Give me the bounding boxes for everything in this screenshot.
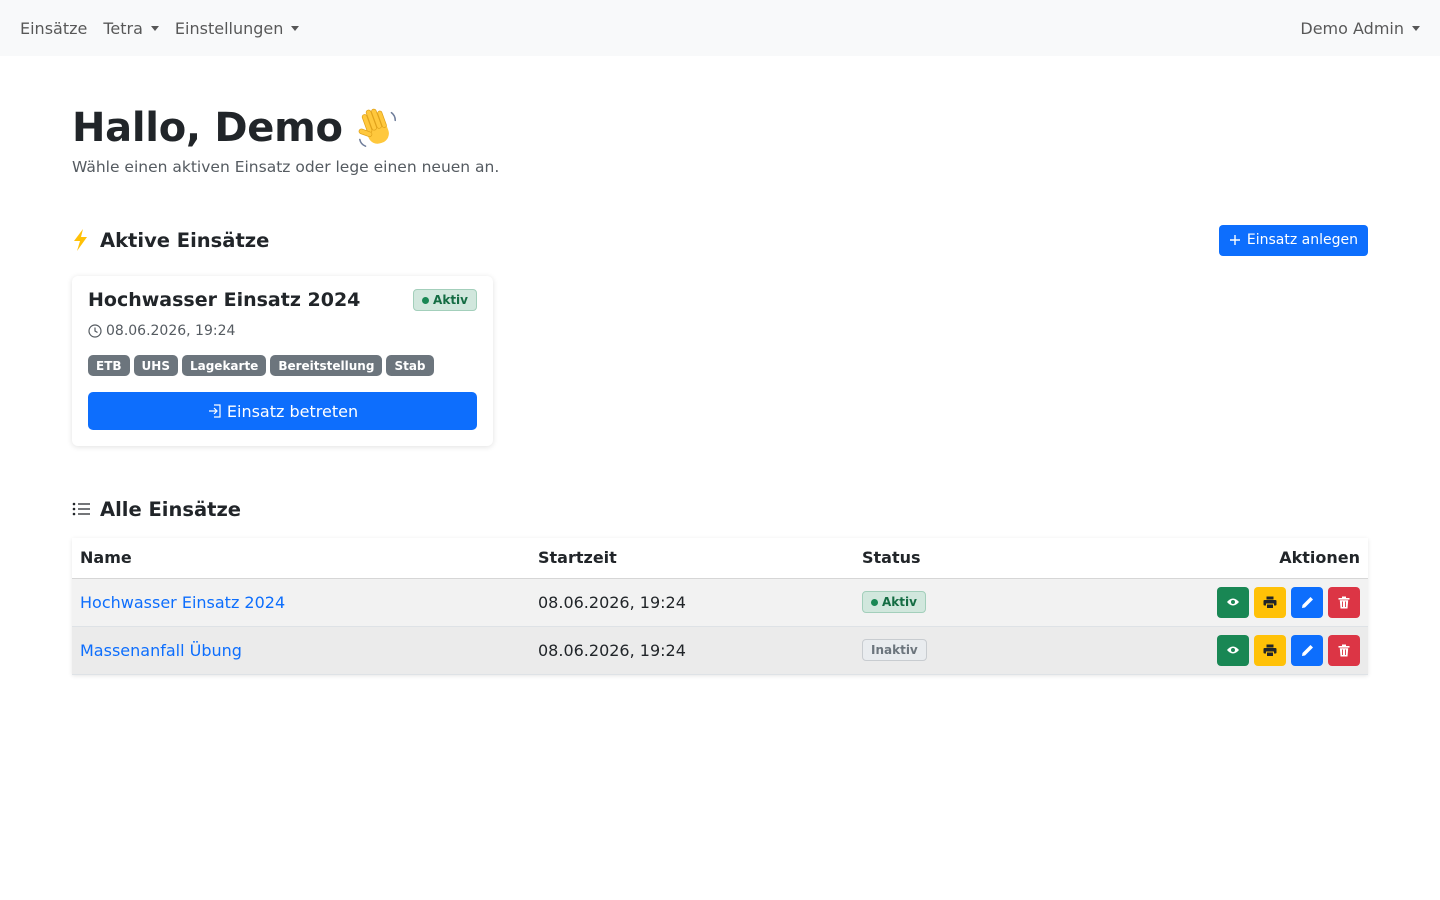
column-status-header: Status [854, 538, 1114, 579]
row-actions [1122, 634, 1360, 666]
active-section-header: Aktive Einsätze Einsatz anlegen [72, 224, 1368, 256]
trash-icon [1338, 596, 1350, 608]
create-einsatz-label: Einsatz anlegen [1246, 232, 1358, 248]
nav-tetra-dropdown[interactable]: Tetra [103, 19, 159, 38]
create-einsatz-button[interactable]: Einsatz anlegen [1218, 224, 1368, 256]
card-time: 08.06.2026, 19:24 [88, 323, 477, 339]
caret-down-icon [1412, 25, 1420, 31]
clock-icon [88, 324, 102, 338]
tag-stab: Stab [386, 355, 434, 376]
eye-icon [1227, 598, 1239, 606]
page-title: Hallo, Demo [72, 105, 343, 151]
column-actions-header: Aktionen [1114, 538, 1368, 579]
waving-hand-icon [358, 108, 396, 147]
user-name: Demo Admin [1300, 18, 1404, 38]
eye-icon [1227, 646, 1239, 654]
table-row: Hochwasser Einsatz 2024 08.06.2026, 19:2… [72, 578, 1368, 627]
delete-button[interactable] [1328, 586, 1360, 618]
nav-tetra-label: Tetra [103, 18, 143, 38]
pencil-icon [1301, 644, 1313, 656]
nav-einstellungen-dropdown[interactable]: Einstellungen [174, 18, 300, 38]
row-actions-cell [1114, 578, 1368, 627]
table-row: Massenanfall Übung 08.06.2026, 19:24 Ina… [72, 626, 1368, 675]
row-start-cell: 08.06.2026, 19:24 [530, 578, 854, 627]
row-name-cell: Massenanfall Übung [72, 626, 530, 675]
nav-left: Einsätze Tetra Einstellungen [20, 18, 300, 38]
einsaetze-table: Name Startzeit Status Aktionen Hochwasse… [72, 538, 1368, 675]
status-badge: Aktiv [413, 289, 477, 311]
tag-etb: ETB [88, 355, 130, 376]
plus-icon [1229, 235, 1240, 245]
nav-einsaetze-label: Einsätze [20, 18, 88, 38]
page-subtitle: Wähle einen aktiven Einsatz oder lege ei… [72, 158, 500, 176]
tag-lagekarte: Lagekarte [181, 355, 267, 376]
list-icon [72, 502, 90, 516]
print-button[interactable] [1254, 634, 1286, 666]
row-actions [1122, 586, 1360, 618]
column-start-header: Startzeit [530, 538, 854, 579]
card-time-value: 08.06.2026, 19:24 [106, 323, 236, 339]
status-badge: Inaktiv [862, 639, 927, 661]
enter-einsatz-label: Einsatz betreten [226, 401, 359, 421]
tag-bereitstellung: Bereitstellung [270, 355, 383, 376]
card-title: Hochwasser Einsatz 2024 [88, 289, 361, 311]
printer-icon [1263, 596, 1277, 609]
status-dot-icon [422, 296, 430, 304]
row-status-cell: Aktiv [854, 578, 1114, 627]
view-button[interactable] [1217, 586, 1249, 618]
einsatz-link[interactable]: Hochwasser Einsatz 2024 [80, 593, 285, 612]
all-section-label: Alle Einsätze [100, 497, 242, 521]
caret-down-icon [291, 25, 300, 31]
active-section-label: Aktive Einsätze [100, 228, 270, 252]
all-section-title: Alle Einsätze [72, 498, 241, 521]
top-navbar: Einsätze Tetra Einstellungen Demo Admin [0, 0, 1440, 56]
all-section-header: Alle Einsätze [72, 494, 1368, 524]
nav-einstellungen-label: Einstellungen [174, 18, 284, 38]
enter-einsatz-button[interactable]: Einsatz betreten [88, 392, 477, 430]
einsatz-card: Hochwasser Einsatz 2024 Aktiv 08.06.2026… [72, 276, 493, 446]
status-badge-label: Aktiv [433, 293, 468, 307]
greeting: Hallo, Demo [72, 104, 1368, 152]
row-name-cell: Hochwasser Einsatz 2024 [72, 578, 530, 627]
main-container: Hallo, Demo Wähle einen aktiven Einsatz … [72, 56, 1368, 675]
lightning-icon [74, 229, 87, 251]
column-name-header: Name [72, 538, 530, 579]
pencil-icon [1301, 596, 1313, 608]
print-button[interactable] [1254, 586, 1286, 618]
row-status-cell: Inaktiv [854, 626, 1114, 675]
module-tags: ETB UHS Lagekarte Bereitstellung Stab [88, 355, 477, 376]
printer-icon [1263, 644, 1277, 657]
status-badge-label: Aktiv [882, 595, 917, 610]
view-button[interactable] [1217, 634, 1249, 666]
status-dot-icon [871, 598, 878, 606]
card-header: Hochwasser Einsatz 2024 Aktiv [88, 289, 477, 311]
nav-einsaetze[interactable]: Einsätze [20, 19, 87, 38]
caret-down-icon [150, 25, 159, 31]
user-menu-dropdown[interactable]: Demo Admin [1300, 19, 1420, 38]
tag-uhs: UHS [133, 355, 178, 376]
table-header-row: Name Startzeit Status Aktionen [72, 538, 1368, 579]
trash-icon [1338, 644, 1350, 656]
row-start-cell: 08.06.2026, 19:24 [530, 626, 854, 675]
einsatz-link[interactable]: Massenanfall Übung [80, 641, 242, 660]
edit-button[interactable] [1291, 634, 1323, 666]
delete-button[interactable] [1328, 634, 1360, 666]
status-badge: Aktiv [862, 591, 926, 614]
active-section-title: Aktive Einsätze [72, 229, 269, 252]
edit-button[interactable] [1291, 586, 1323, 618]
enter-icon [208, 404, 221, 418]
row-actions-cell [1114, 626, 1368, 675]
